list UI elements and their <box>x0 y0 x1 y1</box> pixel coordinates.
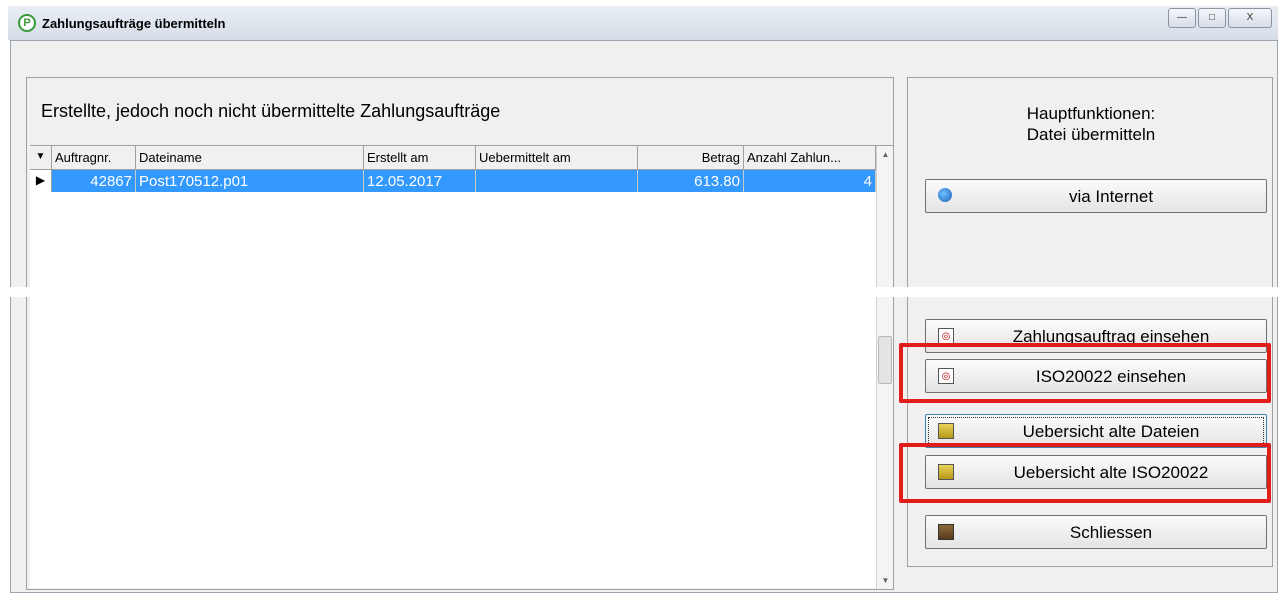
orders-grid[interactable]: ▼ Auftragnr. Dateiname Erstellt am Ueber… <box>30 145 893 589</box>
cell-anzahl[interactable]: 4 <box>744 170 876 192</box>
app-window: P Zahlungsaufträge übermitteln — □ X Ers… <box>0 0 1288 599</box>
close-window-button[interactable]: X <box>1228 8 1272 28</box>
minimize-button[interactable]: — <box>1168 8 1196 28</box>
pending-orders-panel: Erstellte, jedoch noch nicht übermittelt… <box>26 77 894 590</box>
client-area: Erstellte, jedoch noch nicht übermittelt… <box>10 40 1278 593</box>
column-header-auftragnr[interactable]: Auftragnr. <box>52 146 136 170</box>
image-gap-band <box>0 287 1288 297</box>
cell-auftragnr[interactable]: 42867 <box>52 170 136 192</box>
app-logo-icon: P <box>18 14 36 32</box>
cell-erstellt-am[interactable]: 12.05.2017 <box>364 170 476 192</box>
schliessen-button[interactable]: Schliessen <box>925 515 1267 549</box>
document-magnifier-icon: ◎ <box>938 328 954 344</box>
schliessen-label: Schliessen <box>1069 523 1153 542</box>
maximize-button[interactable]: □ <box>1198 8 1226 28</box>
window-controls: — □ X <box>1168 8 1272 28</box>
highlight-iso-einsehen <box>899 343 1271 403</box>
vertical-scrollbar[interactable]: ▲ ▼ <box>876 146 893 589</box>
pending-orders-heading: Erstellte, jedoch noch nicht übermittelt… <box>41 101 501 121</box>
exit-door-icon <box>938 524 954 540</box>
globe-icon <box>938 188 952 202</box>
cell-betrag[interactable]: 613.80 <box>638 170 744 192</box>
title-bar[interactable]: P Zahlungsaufträge übermitteln — □ X <box>8 6 1278 40</box>
table-row[interactable]: ▶ 42867 Post170512.p01 12.05.2017 613.80… <box>30 170 876 192</box>
main-functions-title-line2: Datei übermitteln <box>1026 125 1156 144</box>
cell-uebermittelt-am[interactable] <box>476 170 638 192</box>
uebersicht-alte-dateien-label: Uebersicht alte Dateien <box>1022 422 1200 441</box>
main-functions-title: Hauptfunktionen: Datei übermitteln <box>908 103 1274 145</box>
main-functions-title-line1: Hauptfunktionen: <box>1026 104 1156 123</box>
header-dropdown-icon[interactable]: ▼ <box>30 146 52 170</box>
scroll-up-icon[interactable]: ▲ <box>877 146 894 163</box>
via-internet-button[interactable]: via Internet <box>925 179 1267 213</box>
column-header-anzahl[interactable]: Anzahl Zahlun... <box>744 146 876 170</box>
column-header-uebermittelt-am[interactable]: Uebermittelt am <box>476 146 638 170</box>
cell-dateiname[interactable]: Post170512.p01 <box>136 170 364 192</box>
column-header-dateiname[interactable]: Dateiname <box>136 146 364 170</box>
highlight-uebersicht-alte-iso <box>899 443 1271 503</box>
via-internet-label: via Internet <box>1068 187 1154 206</box>
column-header-betrag[interactable]: Betrag <box>638 146 744 170</box>
archive-box-icon <box>938 423 954 439</box>
scroll-down-icon[interactable]: ▼ <box>877 572 894 589</box>
scroll-thumb[interactable] <box>878 336 892 384</box>
row-pointer-icon: ▶ <box>30 170 52 192</box>
window-title: Zahlungsaufträge übermitteln <box>42 16 226 31</box>
column-header-erstellt-am[interactable]: Erstellt am <box>364 146 476 170</box>
grid-header: ▼ Auftragnr. Dateiname Erstellt am Ueber… <box>30 146 876 170</box>
